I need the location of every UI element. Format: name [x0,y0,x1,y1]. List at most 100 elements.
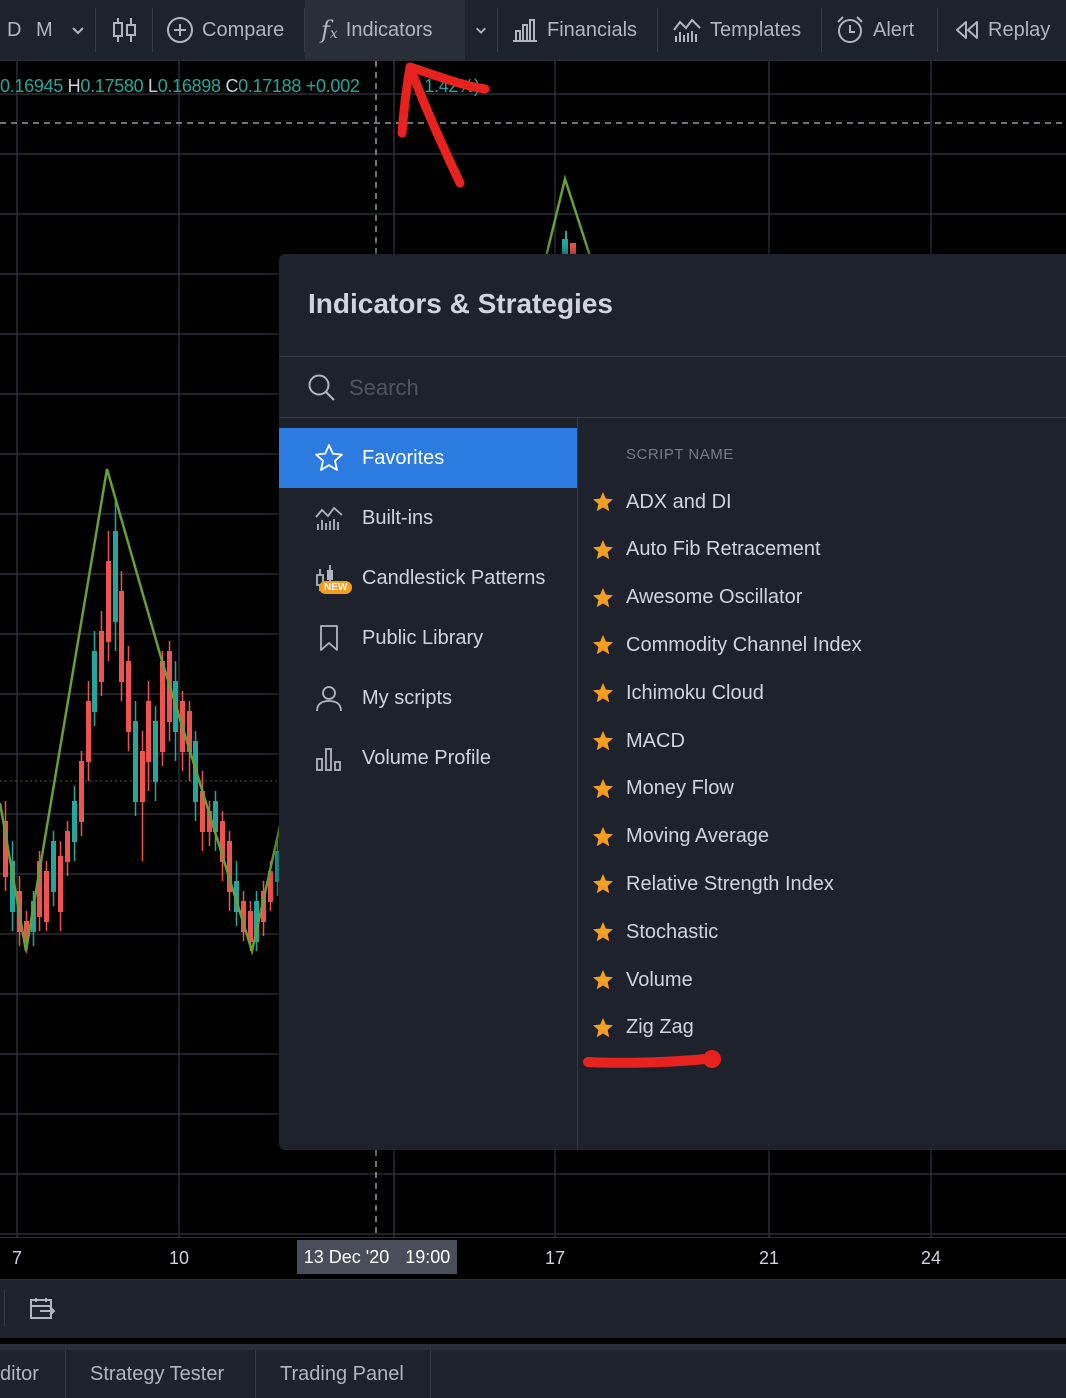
interval-d-button[interactable]: D [7,0,21,60]
star-icon[interactable] [592,1017,614,1039]
chevron-down-icon [476,27,486,34]
open-value: 0.16945 [0,76,63,96]
crosshair-time-label: 13 Dec '20 19:00 [297,1240,457,1274]
category-built-ins[interactable]: Built-ins [279,488,577,548]
chart-bars-icon [315,506,343,530]
star-icon[interactable] [592,778,614,800]
toolbar-divider [95,8,96,52]
toolbar-divider [152,8,153,52]
star-icon[interactable] [592,826,614,848]
script-item[interactable]: Stochastic [592,912,1062,952]
script-item[interactable]: Moving Average [592,817,1062,857]
category-public-library[interactable]: Public Library [279,608,577,668]
category-label: Candlestick Patterns [362,566,546,589]
script-item[interactable]: Awesome Oscillator [592,578,1062,618]
time-tick: 7 [11,1248,23,1268]
tab-strategy-tester[interactable]: Strategy Tester [66,1350,256,1398]
templates-label: Templates [710,18,802,41]
script-item[interactable]: Commodity Channel Index [592,625,1062,665]
tab-label: ditor [0,1362,39,1385]
script-item[interactable]: Volume [592,960,1062,1000]
search-bar [279,357,1066,417]
search-input[interactable] [347,371,1001,405]
time-tick: 21 [758,1248,780,1268]
time-tick: 10 [168,1248,190,1268]
financials-label: Financials [547,18,638,41]
chart-type-button[interactable] [112,0,138,60]
script-name: MACD [626,729,685,752]
candle-body [119,591,124,682]
candle-body [146,701,151,762]
candle-body [99,631,104,682]
indicators-dropdown-button[interactable] [468,0,494,60]
script-name: Stochastic [626,920,719,943]
financials-button[interactable]: Financials [511,0,637,60]
user-icon [316,686,342,712]
candle-body [51,841,56,892]
templates-button[interactable]: Templates [672,0,801,60]
crosshair-time: 19:00 [405,1246,451,1267]
candles [3,501,280,953]
tab-pine-editor[interactable]: ditor [0,1350,66,1398]
toolbar-divider [657,8,658,52]
star-icon[interactable] [592,539,614,561]
candle-body [79,761,84,822]
star-outline-icon [315,444,343,471]
time-axis[interactable]: 7 10 13 Dec '20 19:00 17 21 24 [0,1237,1066,1279]
replay-button[interactable]: Replay [954,0,1050,60]
script-item[interactable]: ADX and DI [592,482,1062,522]
category-candlestick-patterns[interactable]: NEW Candlestick Patterns [279,548,577,608]
script-name: Commodity Channel Index [626,633,862,656]
star-icon[interactable] [592,682,614,704]
bottom-toolbar [0,1279,1066,1338]
script-name: Money Flow [626,777,734,800]
tab-trading-panel[interactable]: Trading Panel [256,1350,431,1398]
alert-label: Alert [873,18,915,41]
new-badge: NEW [319,581,353,594]
date-range-button[interactable] [28,1296,56,1327]
candle-body [153,721,158,782]
top-toolbar: D M Compare fx Indicators Financials Tem… [0,0,1066,61]
alert-button[interactable]: Alert [835,0,914,60]
toolbar-divider [937,8,938,52]
script-item[interactable]: Zig Zag [592,1008,1062,1048]
script-name: Ichimoku Cloud [626,681,764,704]
bottom-tabs: ditor Strategy Tester Trading Panel [0,1344,1066,1398]
toolbar-divider [821,8,822,52]
star-icon[interactable] [592,634,614,656]
function-icon: fx [321,16,338,44]
interval-dropdown-button[interactable] [70,0,86,60]
divider [279,417,1066,418]
star-icon[interactable] [592,491,614,513]
indicators-button[interactable]: fx Indicators [305,0,465,60]
candles-icon [113,18,136,42]
script-item[interactable]: Ichimoku Cloud [592,673,1062,713]
star-icon[interactable] [592,873,614,895]
star-icon[interactable] [592,587,614,609]
star-icon[interactable] [592,969,614,991]
change-value: +0.002 [305,76,360,96]
high-label: H [67,76,81,96]
script-item[interactable]: Relative Strength Index [592,864,1062,904]
category-my-scripts[interactable]: My scripts [279,668,577,728]
category-favorites[interactable]: Favorites [279,428,577,488]
category-label: Built-ins [362,506,434,529]
candle-body [113,531,118,622]
star-icon[interactable] [592,921,614,943]
interval-m-button[interactable]: M [36,0,53,60]
category-volume-profile[interactable]: Volume Profile [279,728,577,788]
indicators-label: Indicators [345,18,433,41]
crosshair-date: 13 Dec '20 [303,1246,390,1267]
candle-body [65,831,70,862]
star-icon[interactable] [592,730,614,752]
compare-button[interactable]: Compare [166,0,284,60]
script-item[interactable]: Auto Fib Retracement [592,530,1062,570]
compare-label: Compare [202,18,285,41]
script-name: Volume [626,968,693,991]
low-value: 0.16898 [157,76,221,96]
script-item[interactable]: MACD [592,721,1062,761]
script-item[interactable]: Money Flow [592,769,1062,809]
category-label: Favorites [362,446,445,469]
toolbar-divider [497,8,498,52]
rewind-icon [956,21,978,39]
